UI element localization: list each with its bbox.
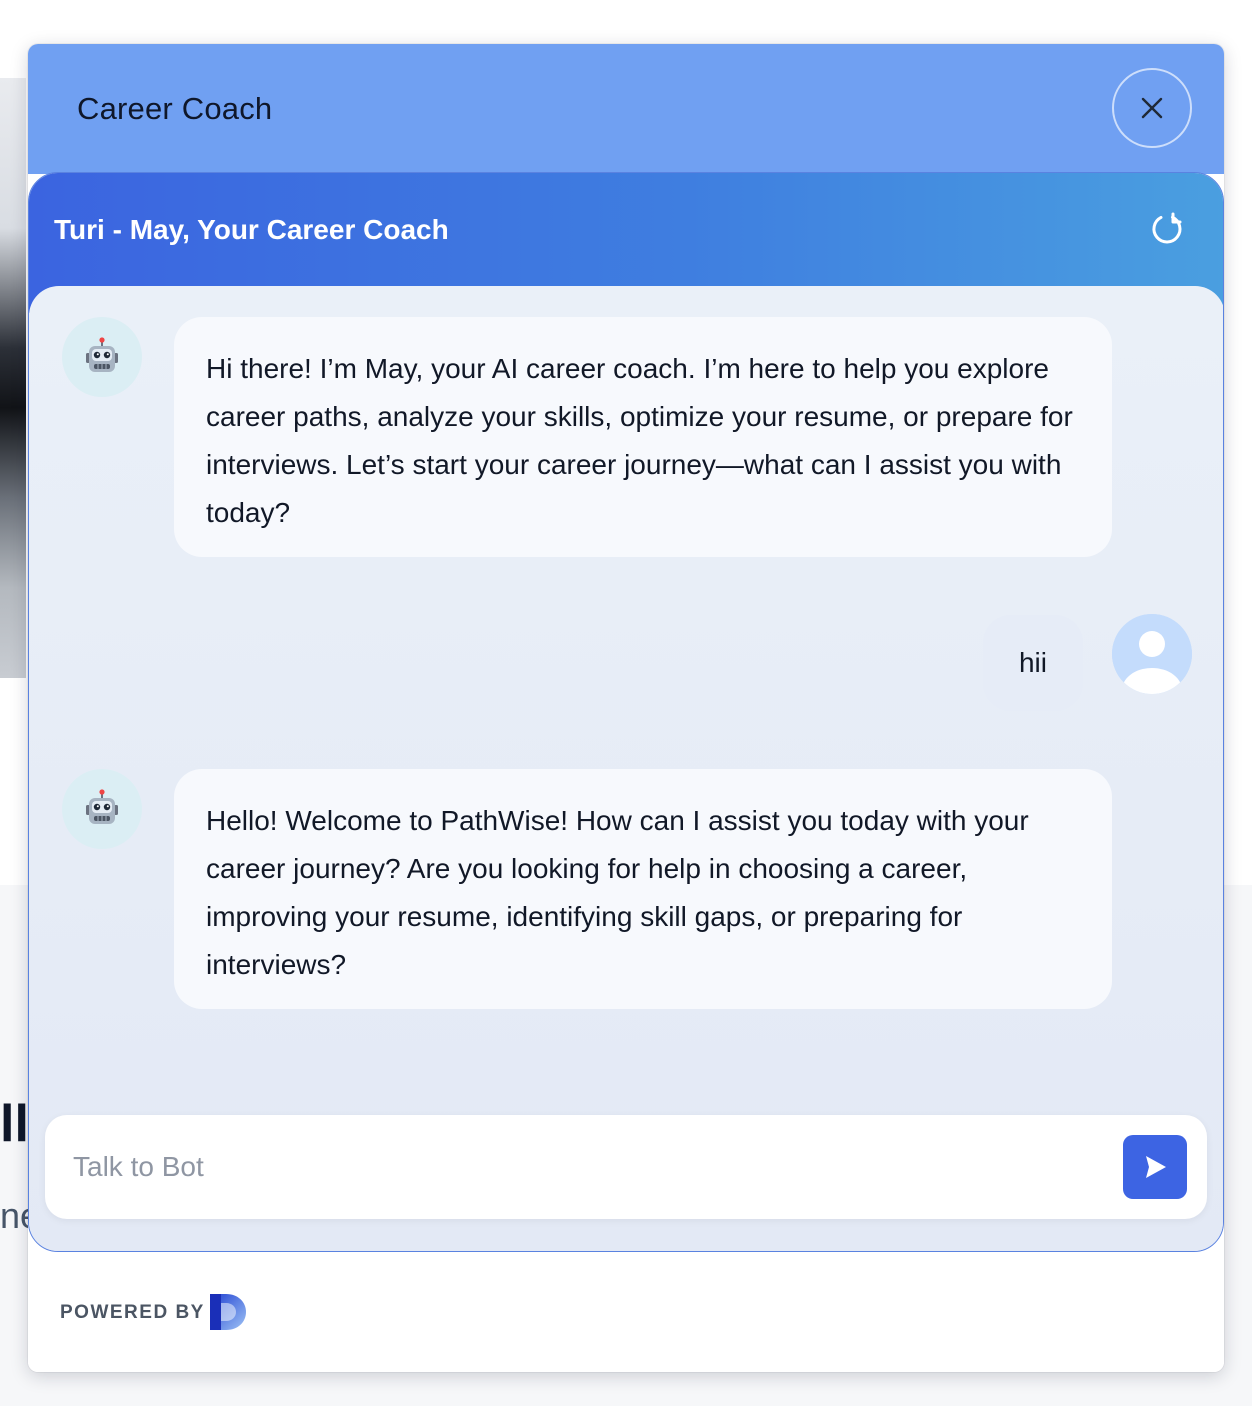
widget-title: Career Coach <box>77 91 273 126</box>
background-heading: ll <box>0 1098 26 1150</box>
chat-panel: Turi - May, Your Career Coach Hi there! … <box>28 172 1224 1252</box>
widget-header: Career Coach <box>28 44 1224 174</box>
send-icon <box>1146 1156 1166 1178</box>
chat-title: Turi - May, Your Career Coach <box>54 214 449 245</box>
robot-icon <box>86 789 118 824</box>
message-list: Hi there! I’m May, your AI career coach.… <box>29 286 1223 1251</box>
powered-by-label: POWERED BY <box>60 1302 205 1323</box>
chat-widget: Career Coach Turi - May, Your Career Coa… <box>28 44 1224 1372</box>
close-button[interactable] <box>1112 68 1192 148</box>
refresh-button[interactable] <box>1149 211 1185 247</box>
bot-avatar <box>62 769 142 849</box>
background-text: ne <box>0 1198 28 1234</box>
close-icon <box>1141 97 1163 119</box>
background-image <box>0 78 26 678</box>
bot-message: Hello! Welcome to PathWise! How can I as… <box>174 769 1112 1009</box>
user-message: hii <box>983 615 1083 711</box>
message-composer <box>45 1115 1207 1219</box>
bot-avatar <box>62 317 142 397</box>
bot-message: Hi there! I’m May, your AI career coach.… <box>174 317 1112 557</box>
refresh-icon <box>1152 212 1182 244</box>
message-input[interactable] <box>73 1139 1113 1195</box>
user-icon <box>1112 614 1192 694</box>
send-button[interactable] <box>1123 1135 1187 1199</box>
widget-footer: POWERED BY <box>28 1252 1224 1372</box>
brand-logo <box>210 1294 246 1330</box>
robot-icon <box>86 337 118 372</box>
user-avatar <box>1112 614 1192 694</box>
